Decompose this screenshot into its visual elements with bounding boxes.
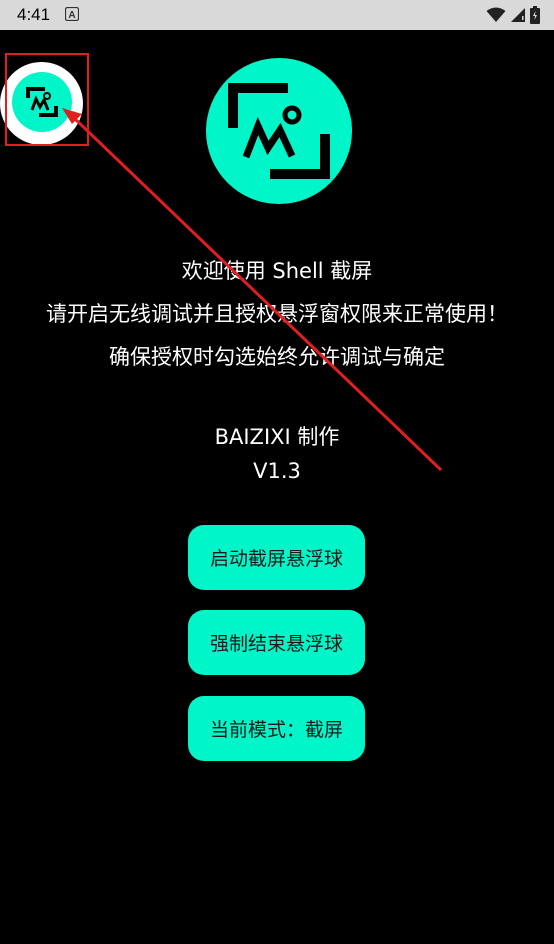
screenshot-logo-icon <box>228 83 330 179</box>
svg-text:A: A <box>68 10 75 21</box>
mode-toggle-button[interactable]: 当前模式：截屏 <box>188 696 365 761</box>
status-time: 4:41 <box>17 5 51 24</box>
floating-ball-highlight-box <box>5 53 89 146</box>
note-text: 确保授权时勾选始终允许调试与确定 <box>109 345 445 369</box>
version-text: V1.3 <box>253 459 301 483</box>
cellular-signal-icon <box>511 8 525 22</box>
app-logo <box>206 58 352 204</box>
status-bar: 4:41 A <box>0 0 554 30</box>
start-floating-ball-button[interactable]: 启动截屏悬浮球 <box>188 525 365 590</box>
welcome-text: 欢迎使用 Shell 截屏 <box>181 259 373 283</box>
battery-icon <box>530 6 540 24</box>
status-icons <box>486 6 540 24</box>
author-text: BAIZIXI 制作 <box>214 425 340 449</box>
a-letter-icon: A <box>65 7 79 21</box>
stop-floating-ball-button[interactable]: 强制结束悬浮球 <box>188 610 365 675</box>
wifi-icon <box>486 7 506 22</box>
instruction-text: 请开启无线调试并且授权悬浮窗权限来正常使用！ <box>46 302 508 326</box>
